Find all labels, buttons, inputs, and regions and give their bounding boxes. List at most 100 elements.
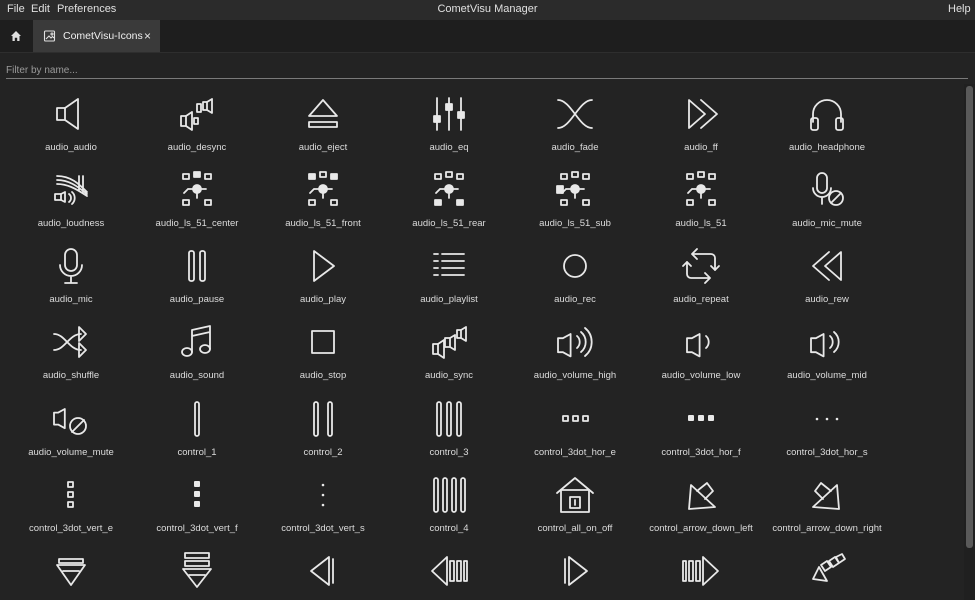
icon-label: control_3dot_hor_f [661,447,741,458]
volume-mute-icon [53,408,87,435]
icon-tile[interactable]: audio_rec [512,236,638,312]
icon-tile[interactable] [638,541,764,600]
arrow-down-icon [56,558,86,586]
icon-tile[interactable] [512,541,638,600]
icon-label: audio_audio [45,142,97,153]
arrow-right-stacked-icon [682,556,719,586]
icon-tile[interactable]: control_3dot_vert_e [8,465,134,541]
icon-label: control_3dot_hor_e [534,447,616,458]
icon-tile[interactable] [134,541,260,600]
surround-rear-icon [434,171,464,206]
close-icon[interactable]: × [144,29,151,43]
dots-horizontal-filled-icon [688,415,714,421]
icon-label: audio_volume_high [533,370,617,381]
icon-tile[interactable]: audio_sound [134,312,260,388]
icon-label: control_all_on_off [537,523,613,534]
icon-tile[interactable]: audio_sync [386,312,512,388]
icon-tile[interactable]: audio_play [260,236,386,312]
icon-tile[interactable]: control_3dot_vert_f [134,465,260,541]
speaker-icon [56,98,79,130]
icon-tile[interactable]: control_all_on_off [512,465,638,541]
menu-file[interactable]: File [7,3,25,15]
icon-tile[interactable]: audio_headphone [764,84,890,160]
arrow-down-left-icon [688,482,716,510]
icon-tile[interactable]: audio_desync [134,84,260,160]
icon-tile[interactable]: audio_eq [386,84,512,160]
icon-label: audio_volume_low [661,370,741,381]
icon-label: audio_eq [429,142,469,153]
icon-label: audio_fade [551,142,599,153]
fast-forward-icon [688,99,718,129]
icon-tile[interactable]: audio_ls_51_rear [386,160,512,236]
tab-cometvisu-icons[interactable]: CometVisu-Icons × [33,20,160,52]
icon-tile[interactable]: audio_volume_mid [764,312,890,388]
icon-tile[interactable]: audio_ls_51 [638,160,764,236]
scrollbar[interactable] [964,84,975,600]
one-bar-icon [194,401,200,437]
icon-tile[interactable]: audio_audio [8,84,134,160]
arrow-left-icon [310,556,334,586]
icon-tile[interactable]: audio_rew [764,236,890,312]
icon-tile[interactable]: audio_shuffle [8,312,134,388]
icon-tile[interactable]: audio_volume_high [512,312,638,388]
icon-label: audio_headphone [788,142,866,153]
icon-tile[interactable]: control_3dot_vert_s [260,465,386,541]
icon-label: audio_volume_mid [787,370,867,381]
icon-tile[interactable]: audio_playlist [386,236,512,312]
icon-tile[interactable]: control_3dot_hor_s [764,389,890,465]
icon-tile[interactable]: audio_loudness [8,160,134,236]
loudness-icon [54,175,88,205]
menu-edit[interactable]: Edit [31,3,50,15]
icon-label: audio_playlist [420,294,478,305]
scrollbar-thumb[interactable] [966,86,973,548]
speakers-desync-icon [180,98,213,131]
icon-tile[interactable]: audio_ls_51_center [134,160,260,236]
icon-tile[interactable]: audio_ls_51_sub [512,160,638,236]
icon-tile[interactable]: control_3dot_hor_e [512,389,638,465]
headphone-icon [810,99,844,131]
icon-tile[interactable]: control_arrow_down_right [764,465,890,541]
icon-tile[interactable]: audio_volume_mute [8,389,134,465]
icon-tile[interactable]: control_1 [134,389,260,465]
icon-tile[interactable]: audio_mic_mute [764,160,890,236]
icon-label: audio_ls_51_front [285,218,361,229]
icon-label: control_3dot_vert_e [29,523,113,534]
icon-tile[interactable]: audio_mic [8,236,134,312]
icon-label: control_2 [303,447,343,458]
icon-tile[interactable]: audio_repeat [638,236,764,312]
home-button[interactable] [0,20,32,52]
icon-tile[interactable]: audio_eject [260,84,386,160]
icon-tile[interactable]: control_4 [386,465,512,541]
icon-tile[interactable]: audio_fade [512,84,638,160]
icon-tile[interactable] [260,541,386,600]
icon-tile[interactable] [386,541,512,600]
icon-tile[interactable]: control_3 [386,389,512,465]
icon-tile[interactable]: control_2 [260,389,386,465]
icon-tile[interactable] [764,541,890,600]
icon-label: audio_mic_mute [792,218,862,229]
menu-help[interactable]: Help [948,3,971,15]
icon-label: audio_stop [299,370,347,381]
icon-grid: audio_audio audio_desync audio_eject audio_… [0,84,962,600]
stop-icon [311,330,335,354]
icon-label: audio_sound [169,370,225,381]
dots-horizontal-small-icon [815,417,839,421]
volume-low-icon [686,333,710,358]
icon-tile[interactable]: control_arrow_down_left [638,465,764,541]
icon-tile[interactable]: audio_pause [134,236,260,312]
icon-label: audio_ff [684,142,718,153]
icon-tile[interactable] [8,541,134,600]
icon-tile[interactable]: audio_volume_low [638,312,764,388]
icon-tile[interactable]: audio_ls_51_front [260,160,386,236]
filter-input[interactable] [6,61,968,80]
icon-label: audio_rew [805,294,849,305]
surround-sub-icon [556,171,590,206]
icon-tile[interactable]: audio_stop [260,312,386,388]
menu-preferences[interactable]: Preferences [57,3,116,15]
volume-mid-icon [810,331,840,358]
record-icon [563,254,587,278]
dots-vertical-filled-icon [194,481,200,507]
icon-tile[interactable]: control_3dot_hor_f [638,389,764,465]
icon-tile[interactable]: audio_ff [638,84,764,160]
four-bars-icon [433,477,466,513]
